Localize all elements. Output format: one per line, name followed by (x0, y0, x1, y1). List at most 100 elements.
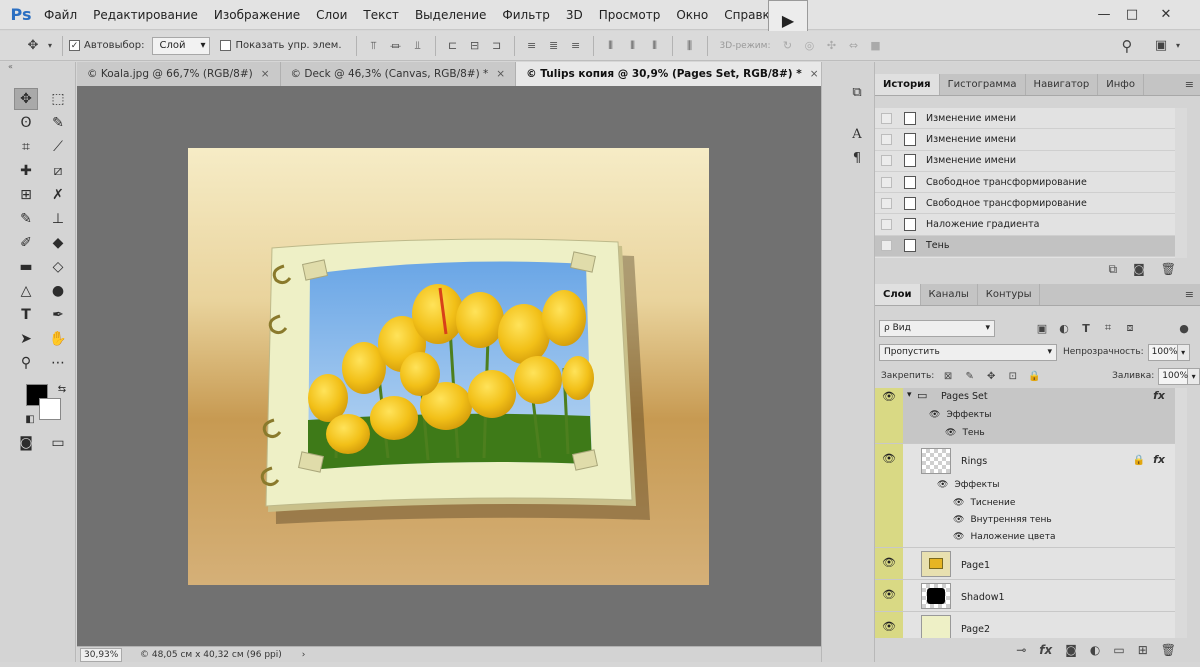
align-vcenter-icon[interactable]: ⏛ (387, 37, 405, 55)
adjustment-layer-icon[interactable]: ◐ (1090, 643, 1100, 657)
blend-mode-dropdown[interactable]: Пропустить ▾ (879, 343, 1057, 361)
new-group-icon[interactable]: ▭ (1113, 643, 1124, 657)
zoom-field[interactable]: 30,93% (80, 647, 122, 662)
show-controls-checkbox[interactable] (220, 40, 232, 51)
visibility-toggle[interactable]: 👁 (875, 388, 903, 443)
menu-filter[interactable]: Фильтр (494, 0, 557, 30)
minimize-button[interactable]: — (1094, 4, 1114, 24)
filter-pixel-icon[interactable]: ▣ (1033, 319, 1051, 337)
menu-image[interactable]: Изображение (206, 0, 308, 30)
history-item-current[interactable]: Тень (875, 235, 1175, 258)
history-snapshot-checkbox[interactable] (881, 197, 892, 209)
align-hcenter-icon[interactable]: ⊟ (466, 37, 484, 55)
rotate-3d-icon[interactable]: ↻ (778, 37, 796, 55)
menu-3d[interactable]: 3D (558, 0, 591, 30)
hand-tool-icon[interactable]: ✋ (46, 328, 70, 350)
gradient-tool-icon[interactable]: ▬ (14, 256, 38, 278)
eye-icon[interactable]: 👁 (945, 428, 956, 438)
autoselect-checkbox[interactable]: ✓ (69, 40, 80, 51)
align-bottom-icon[interactable]: ⫫ (409, 37, 427, 55)
trash-icon[interactable]: 🗑 (1161, 643, 1176, 657)
pen-tool-icon[interactable]: ✒ (46, 304, 70, 326)
layers-scrollbar[interactable] (1175, 388, 1187, 638)
effects-header[interactable]: 👁 Эффекты (937, 480, 999, 490)
default-colors-icon[interactable]: ◧ (18, 408, 42, 430)
align-right-icon[interactable]: ⊐ (488, 37, 506, 55)
document-canvas[interactable] (188, 148, 709, 585)
tab-deck[interactable]: © Deck @ 46,3% (Canvas, RGB/8#) * × (281, 62, 517, 86)
menu-file[interactable]: Файл (36, 0, 85, 30)
tab-paths[interactable]: Контуры (978, 284, 1041, 305)
quick-select-tool-icon[interactable]: ✎ (46, 112, 70, 134)
workspace-icon[interactable]: ▣ (1150, 35, 1172, 57)
tab-histogram[interactable]: Гистограмма (940, 74, 1026, 95)
add-style-icon[interactable]: fx (1039, 643, 1052, 657)
history-item[interactable]: Наложение градиента (875, 214, 1175, 236)
menu-text[interactable]: Текст (355, 0, 407, 30)
link-layers-icon[interactable]: ⊸ (1016, 643, 1026, 657)
history-item[interactable]: Свободное трансформирование (875, 172, 1175, 194)
patch-tool-icon[interactable]: ⧄ (46, 160, 70, 182)
autoselect-dropdown[interactable]: Слой ▾ (152, 36, 211, 55)
distribute-left-icon[interactable]: ⦀ (602, 37, 620, 55)
layer-row-group[interactable]: 👁 ▾ ▭ Pages Set fx 👁 Эффекты 👁 Тень (875, 388, 1175, 444)
collapse-toolbar-icon[interactable]: « (0, 62, 75, 72)
direct-select-tool-icon[interactable]: ➤ (14, 328, 38, 350)
canvas-area[interactable] (77, 86, 821, 646)
history-item[interactable]: Изменение имени (875, 108, 1175, 130)
filter-toggle-icon[interactable]: ● (1175, 319, 1193, 337)
history-snapshot-checkbox[interactable] (881, 176, 892, 188)
distribute-bottom-icon[interactable]: ≡ (567, 37, 585, 55)
lock-position-icon[interactable]: ✥ (983, 368, 999, 384)
panel-menu-icon[interactable]: ≡ (1185, 78, 1194, 91)
tab-info[interactable]: Инфо (1098, 74, 1144, 95)
pan-3d-icon[interactable]: ✣ (822, 37, 840, 55)
chevron-down-icon[interactable]: ▾ (907, 390, 912, 400)
blur-tool-icon[interactable]: ◇ (46, 256, 70, 278)
panel-menu-icon[interactable]: ≡ (1185, 288, 1194, 301)
close-icon[interactable]: × (810, 68, 819, 80)
brush-tool-icon[interactable]: ✎ (14, 208, 38, 230)
visibility-toggle[interactable]: 👁 (875, 580, 903, 611)
eye-icon[interactable]: 👁 (929, 410, 940, 420)
layer-row[interactable]: 👁 Page2 (875, 612, 1175, 638)
lock-brush-icon[interactable]: ✎ (962, 368, 978, 384)
history-snapshot-checkbox[interactable] (881, 155, 892, 167)
eye-icon[interactable]: 👁 (953, 532, 964, 542)
visibility-toggle[interactable]: 👁 (875, 444, 903, 547)
new-layer-icon[interactable]: ⊞ (1138, 643, 1148, 657)
eye-icon[interactable]: 👁 (937, 480, 948, 490)
show-controls-option[interactable]: Показать упр. элем. (220, 40, 342, 51)
distribute-hcenter-icon[interactable]: ⦀ (624, 37, 642, 55)
eye-icon[interactable]: 👁 (953, 498, 964, 508)
tab-layers[interactable]: Слои (875, 284, 921, 305)
search-icon[interactable]: ⚲ (1116, 35, 1138, 57)
distribute-top-icon[interactable]: ≡ (523, 37, 541, 55)
effect-item[interactable]: 👁 Внутренняя тень (953, 515, 1052, 525)
path-select-tool-icon[interactable]: △ (14, 280, 38, 302)
screen-mode-icon[interactable]: ▭ (46, 432, 70, 454)
close-icon[interactable]: × (496, 68, 505, 80)
effect-item[interactable]: 👁 Наложение цвета (953, 532, 1055, 542)
tab-tulips[interactable]: © Tulips копия @ 30,9% (Pages Set, RGB/8… (516, 62, 830, 86)
lock-all-icon[interactable]: 🔒 (1027, 368, 1043, 384)
history-item[interactable]: Изменение имени (875, 129, 1175, 151)
close-icon[interactable]: × (261, 68, 270, 80)
scale-3d-icon[interactable]: ■ (866, 37, 884, 55)
quick-mask-icon[interactable]: ◙ (14, 432, 38, 454)
menu-view[interactable]: Просмотр (591, 0, 669, 30)
auto-align-icon[interactable]: ⫼ (681, 37, 699, 55)
layer-row[interactable]: 👁 Shadow1 (875, 580, 1175, 612)
dodge-tool-icon[interactable]: ● (46, 280, 70, 302)
history-item[interactable]: Изменение имени (875, 151, 1175, 172)
history-snapshot-checkbox[interactable] (881, 112, 892, 124)
tab-history[interactable]: История (875, 74, 940, 95)
history-brush-tool-icon[interactable]: ✐ (14, 232, 38, 254)
history-panel-icon[interactable]: ⧉ (847, 82, 867, 102)
background-color-swatch[interactable] (39, 398, 61, 420)
frame-tool-icon[interactable]: ⊞ (14, 184, 38, 206)
history-snapshot-checkbox[interactable] (881, 240, 892, 252)
filter-smart-object-icon[interactable]: ⧈ (1121, 319, 1139, 337)
distribute-vcenter-icon[interactable]: ≣ (545, 37, 563, 55)
chevron-down-icon[interactable]: ▾ (1177, 343, 1190, 361)
